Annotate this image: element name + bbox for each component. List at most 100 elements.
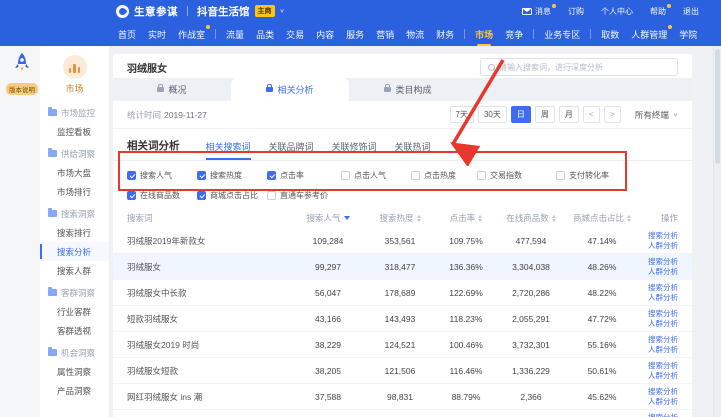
table-row[interactable]: 羽绒服女短款 38,205 121,506 116.46% 1,336,229 … xyxy=(113,358,692,384)
sidebar-item[interactable]: 监控看板 xyxy=(40,122,109,141)
nav-item[interactable]: 财务 xyxy=(430,22,460,46)
quick-link[interactable]: 帮助 xyxy=(650,6,666,17)
table-row[interactable]: 羽绒服2019年新款女 109,284 353,561 109.75% 477,… xyxy=(113,228,692,254)
metric-checkbox[interactable]: 点击热度 xyxy=(411,170,477,181)
nav-item[interactable] xyxy=(215,29,216,39)
nav-item[interactable]: 营销 xyxy=(370,22,400,46)
search-analysis-link[interactable]: 搜索分析 xyxy=(648,335,678,345)
nav-item[interactable]: 取数 xyxy=(595,22,625,46)
sidebar-item[interactable]: 客群洞察 xyxy=(40,283,109,302)
search-analysis-link[interactable]: 搜索分析 xyxy=(648,231,678,241)
chevron-down-icon[interactable]: ∨ xyxy=(280,8,285,14)
nav-item[interactable]: 首页 xyxy=(112,22,142,46)
col-header-ctr[interactable]: 点击率 xyxy=(436,212,496,224)
date-range-button[interactable]: 7天 xyxy=(450,106,474,123)
sidebar-item[interactable]: 搜索分析 xyxy=(40,242,109,261)
table-row[interactable]: 羽绒服女2019 时尚 38,229 124,521 100.46% 3,732… xyxy=(113,332,692,358)
version-badge[interactable]: 版本说明 xyxy=(6,83,38,95)
nav-item[interactable] xyxy=(533,29,534,39)
prev-period-button[interactable]: < xyxy=(583,106,600,123)
sidebar-item[interactable]: 行业客群 xyxy=(40,302,109,321)
word-tab[interactable]: 关联品牌词 xyxy=(269,140,314,160)
search-analysis-link[interactable]: 搜索分析 xyxy=(648,361,678,371)
nav-item[interactable]: 竞争 xyxy=(499,22,529,46)
quick-link[interactable]: 消息 xyxy=(522,6,551,17)
brand-area[interactable]: 生意参谋 抖音生活馆 主商 ∨ xyxy=(116,4,285,19)
col-header-search-heat[interactable]: 搜索热度 xyxy=(364,212,436,224)
nav-item[interactable]: 服务 xyxy=(340,22,370,46)
metric-checkbox[interactable]: 直通车参考价 xyxy=(267,190,341,201)
table-row[interactable]: 羽绒服女中长款 56,047 178,689 122.69% 2,720,286… xyxy=(113,280,692,306)
next-period-button[interactable]: > xyxy=(604,106,621,123)
date-range-button[interactable]: 周 xyxy=(535,106,555,123)
col-header-mall-click-share[interactable]: 商城点击占比 xyxy=(566,212,638,224)
metric-checkbox[interactable]: 点击人气 xyxy=(341,170,411,181)
date-range-button[interactable]: 月 xyxy=(559,106,579,123)
sidebar-item[interactable]: 搜索排行 xyxy=(40,223,109,242)
sidebar-item[interactable]: 产品洞察 xyxy=(40,381,109,400)
search-input[interactable] xyxy=(499,63,677,72)
sidebar-item[interactable]: 搜索人群 xyxy=(40,261,109,280)
search-analysis-link[interactable]: 搜索分析 xyxy=(648,413,678,417)
crowd-analysis-link[interactable]: 人群分析 xyxy=(648,293,678,303)
nav-item[interactable]: 人群管理 xyxy=(625,22,673,46)
crowd-analysis-link[interactable]: 人群分析 xyxy=(648,371,678,381)
sidebar-item[interactable]: 市场大盘 xyxy=(40,163,109,182)
crowd-analysis-link[interactable]: 人群分析 xyxy=(648,319,678,329)
metric-checkbox[interactable]: 搜索人气 xyxy=(127,170,197,181)
sidebar-item[interactable]: 客群透视 xyxy=(40,321,109,340)
nav-item[interactable]: 品类 xyxy=(250,22,280,46)
quick-link[interactable]: 订购 xyxy=(568,6,584,17)
nav-item[interactable]: 内容 xyxy=(310,22,340,46)
metric-checkbox[interactable]: 支付转化率 xyxy=(556,170,678,181)
analysis-tab[interactable]: 概况 xyxy=(113,78,231,101)
date-range-button[interactable]: 日 xyxy=(511,106,531,123)
rocket-icon[interactable] xyxy=(12,52,32,74)
col-header-online-items[interactable]: 在线商品数 xyxy=(496,212,566,224)
sidebar-item[interactable]: 属性洞察 xyxy=(40,362,109,381)
analysis-tab[interactable]: 类目构成 xyxy=(349,78,467,101)
search-analysis-link[interactable]: 搜索分析 xyxy=(648,387,678,397)
date-range-button[interactable]: 30天 xyxy=(478,106,507,123)
quick-link[interactable]: 退出 xyxy=(683,6,699,17)
nav-item[interactable]: 交易 xyxy=(280,22,310,46)
metric-checkbox[interactable]: 商城点击占比 xyxy=(197,190,267,201)
sidebar-item[interactable]: 市场监控 xyxy=(40,103,109,122)
word-tab[interactable]: 相关搜索词 xyxy=(206,140,251,160)
scrollbar-track[interactable] xyxy=(713,46,721,417)
search-analysis-link[interactable]: 搜索分析 xyxy=(648,309,678,319)
nav-item[interactable]: 学院 xyxy=(673,22,703,46)
quick-link[interactable]: 个人中心 xyxy=(601,6,633,17)
nav-item[interactable]: 实时 xyxy=(142,22,172,46)
sidebar-item[interactable]: 机会洞察 xyxy=(40,343,109,362)
table-row[interactable]: 短款羽绒服女 43,166 143,493 118.23% 2,055,291 … xyxy=(113,306,692,332)
terminal-filter-dropdown[interactable]: 所有终端 ∨ xyxy=(635,109,678,121)
col-header-search-popularity[interactable]: 搜索人气 xyxy=(292,212,364,224)
nav-item[interactable]: 物流 xyxy=(400,22,430,46)
metric-checkbox[interactable]: 点击率 xyxy=(267,170,341,181)
crowd-analysis-link[interactable]: 人群分析 xyxy=(648,241,678,251)
word-tab[interactable]: 关联热词 xyxy=(395,140,431,160)
crowd-analysis-link[interactable]: 人群分析 xyxy=(648,397,678,407)
metric-checkbox[interactable]: 交易指数 xyxy=(477,170,556,181)
metric-checkbox[interactable]: 搜索热度 xyxy=(197,170,267,181)
nav-item[interactable] xyxy=(464,29,465,39)
search-analysis-link[interactable]: 搜索分析 xyxy=(648,257,678,267)
nav-item[interactable]: 流量 xyxy=(220,22,250,46)
nav-item[interactable]: 市场 xyxy=(469,22,499,46)
nav-item[interactable]: 业务专区 xyxy=(538,22,586,46)
nav-item[interactable] xyxy=(590,29,591,39)
analysis-tab[interactable]: 相关分析 xyxy=(231,78,349,101)
sidebar-item[interactable]: 市场排行 xyxy=(40,182,109,201)
sidebar-item[interactable]: 搜索洞察 xyxy=(40,204,109,223)
metric-checkbox[interactable]: 在线商品数 xyxy=(127,190,197,201)
crowd-analysis-link[interactable]: 人群分析 xyxy=(648,345,678,355)
sidebar-module-market[interactable]: 市场 xyxy=(40,46,109,95)
crowd-analysis-link[interactable]: 人群分析 xyxy=(648,267,678,277)
search-analysis-link[interactable]: 搜索分析 xyxy=(648,283,678,293)
word-tab[interactable]: 关联修饰词 xyxy=(332,140,377,160)
scrollbar-thumb[interactable] xyxy=(715,49,720,164)
table-row[interactable]: 羽绒服夹棉女 34,572 68,585 87.53% 1,011 46.19%… xyxy=(113,410,692,417)
sidebar-item[interactable]: 供给洞察 xyxy=(40,144,109,163)
nav-item[interactable]: 作战室 xyxy=(172,22,211,46)
